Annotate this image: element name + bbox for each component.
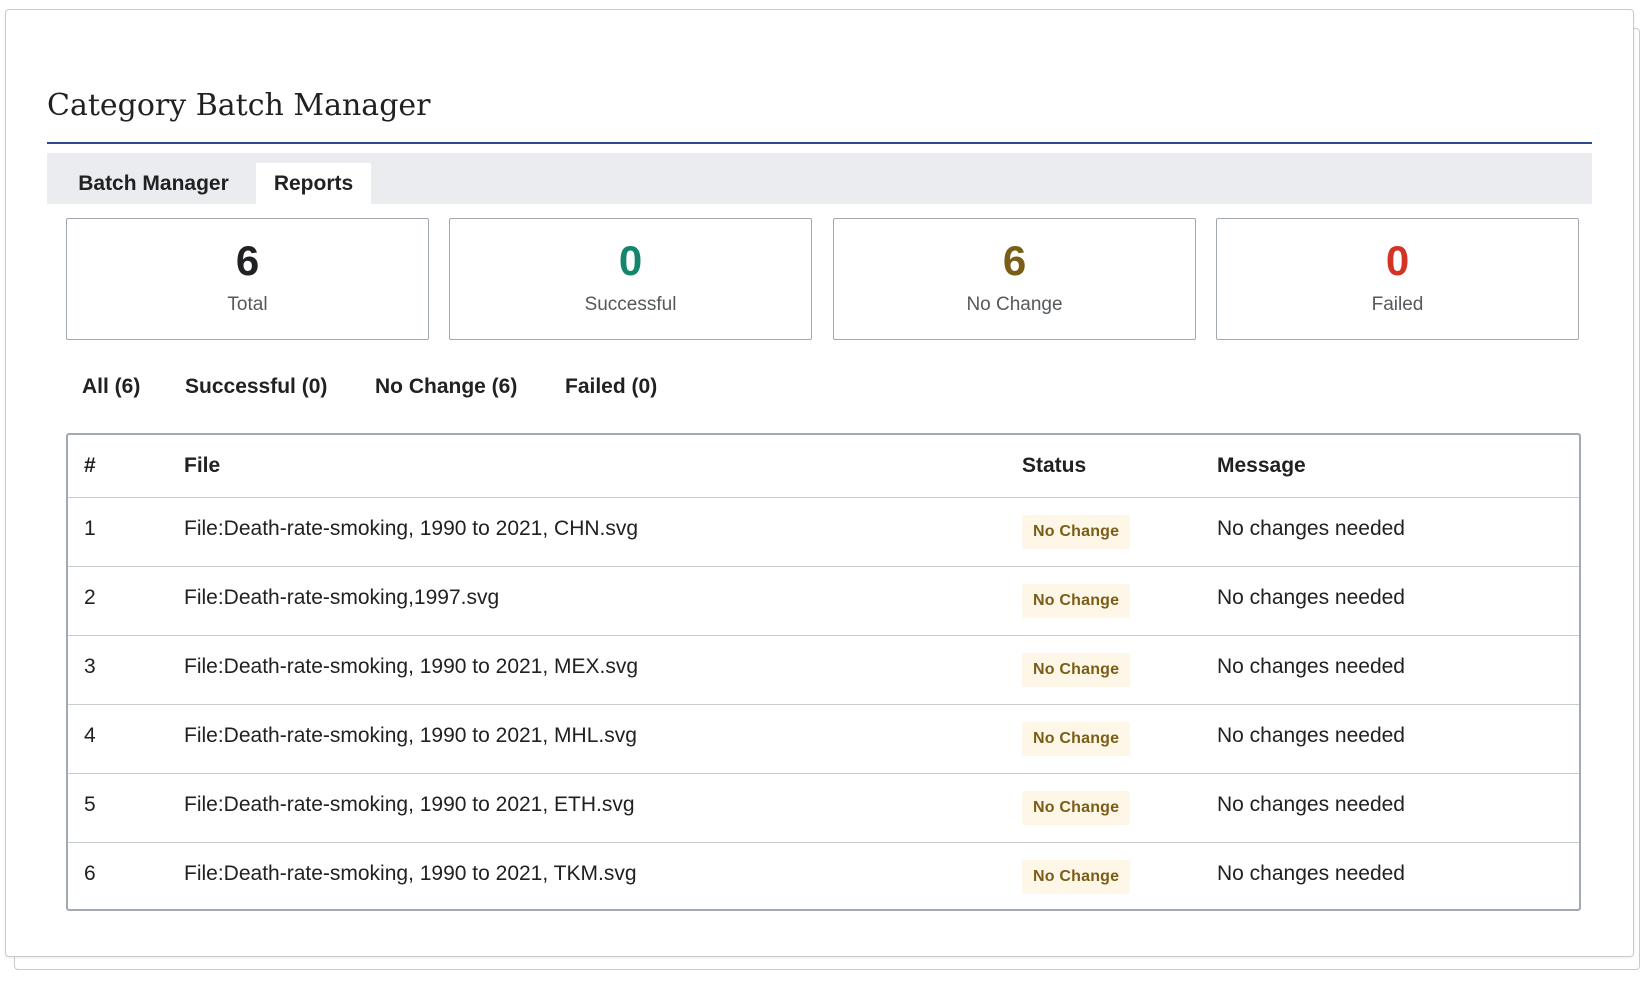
stat-no-change-label: No Change xyxy=(966,294,1063,315)
table-row: 1 File:Death-rate-smoking, 1990 to 2021,… xyxy=(68,497,1579,567)
row-message: No changes needed xyxy=(1217,861,1405,885)
tab-bar: Batch Manager Reports xyxy=(47,153,1592,204)
table-row: 3 File:Death-rate-smoking, 1990 to 2021,… xyxy=(68,635,1579,705)
status-badge: No Change xyxy=(1022,721,1131,756)
row-status: No Change xyxy=(1006,566,1201,636)
row-number: 1 xyxy=(68,497,168,567)
results-table: # File Status Message 1 File:Death-rate-… xyxy=(68,435,1579,909)
row-file: File:Death-rate-smoking, 1990 to 2021, C… xyxy=(168,497,1006,567)
table-row: 4 File:Death-rate-smoking, 1990 to 2021,… xyxy=(68,704,1579,774)
row-status: No Change xyxy=(1006,842,1201,909)
table-row: 6 File:Death-rate-smoking, 1990 to 2021,… xyxy=(68,842,1579,909)
status-badge: No Change xyxy=(1022,514,1131,549)
tab-reports[interactable]: Reports xyxy=(256,163,371,204)
stat-successful-value: 0 xyxy=(618,237,643,284)
row-number: 3 xyxy=(68,635,168,705)
row-message: No changes needed xyxy=(1201,566,1579,636)
header-number: # xyxy=(68,435,168,498)
header-file: File xyxy=(168,435,1006,498)
row-file: File:Death-rate-smoking, 1990 to 2021, E… xyxy=(168,773,1006,843)
filter-all[interactable]: All (6) xyxy=(82,375,140,399)
row-number: 5 xyxy=(68,773,168,843)
row-message: No changes needed xyxy=(1201,773,1579,843)
row-message: No changes needed xyxy=(1201,635,1579,705)
table-header-row: # File Status Message xyxy=(68,435,1579,498)
filter-successful[interactable]: Successful (0) xyxy=(185,375,327,399)
row-message: No changes needed xyxy=(1201,497,1579,567)
row-file: File:Death-rate-smoking,1997.svg xyxy=(168,566,1006,636)
stat-card-no-change: 6 No Change xyxy=(833,218,1196,340)
row-status: No Change xyxy=(1006,773,1201,843)
results-table-container: # File Status Message 1 File:Death-rate-… xyxy=(66,433,1581,911)
status-badge: No Change xyxy=(1022,652,1131,687)
filter-no-change[interactable]: No Change (6) xyxy=(375,375,517,399)
row-number: 2 xyxy=(68,566,168,636)
stats-row: 6 Total 0 Successful 6 No Change 0 Faile… xyxy=(61,218,1581,342)
stat-card-total: 6 Total xyxy=(66,218,429,340)
title-divider xyxy=(47,142,1592,144)
status-badge: No Change xyxy=(1022,859,1131,894)
table-row: 5 File:Death-rate-smoking, 1990 to 2021,… xyxy=(68,773,1579,843)
row-file: File:Death-rate-smoking, 1990 to 2021, M… xyxy=(168,635,1006,705)
status-badge: No Change xyxy=(1022,790,1131,825)
header-message: Message xyxy=(1201,435,1579,498)
table-row: 2 File:Death-rate-smoking,1997.svg No Ch… xyxy=(68,566,1579,636)
stat-total-value: 6 xyxy=(235,237,260,284)
row-number: 6 xyxy=(84,861,96,885)
row-message: No changes needed xyxy=(1201,704,1579,774)
stat-total-label: Total xyxy=(227,294,268,315)
header-status: Status xyxy=(1006,435,1201,498)
row-status: No Change xyxy=(1006,497,1201,567)
stat-successful-label: Successful xyxy=(584,294,677,315)
row-file: File:Death-rate-smoking, 1990 to 2021, M… xyxy=(168,704,1006,774)
row-status: No Change xyxy=(1006,704,1201,774)
status-badge: No Change xyxy=(1022,583,1131,618)
stat-no-change-value: 6 xyxy=(1002,237,1027,284)
filter-failed[interactable]: Failed (0) xyxy=(565,375,657,399)
main-panel: Category Batch Manager Batch Manager Rep… xyxy=(5,9,1634,957)
stat-failed-value: 0 xyxy=(1385,237,1410,284)
row-file: File:Death-rate-smoking, 1990 to 2021, T… xyxy=(184,861,637,885)
row-number: 4 xyxy=(68,704,168,774)
stat-failed-label: Failed xyxy=(1371,294,1424,315)
stat-card-successful: 0 Successful xyxy=(449,218,812,340)
row-status: No Change xyxy=(1006,635,1201,705)
tab-batch-manager[interactable]: Batch Manager xyxy=(65,163,242,204)
page-title: Category Batch Manager xyxy=(47,88,431,123)
stat-card-failed: 0 Failed xyxy=(1216,218,1579,340)
